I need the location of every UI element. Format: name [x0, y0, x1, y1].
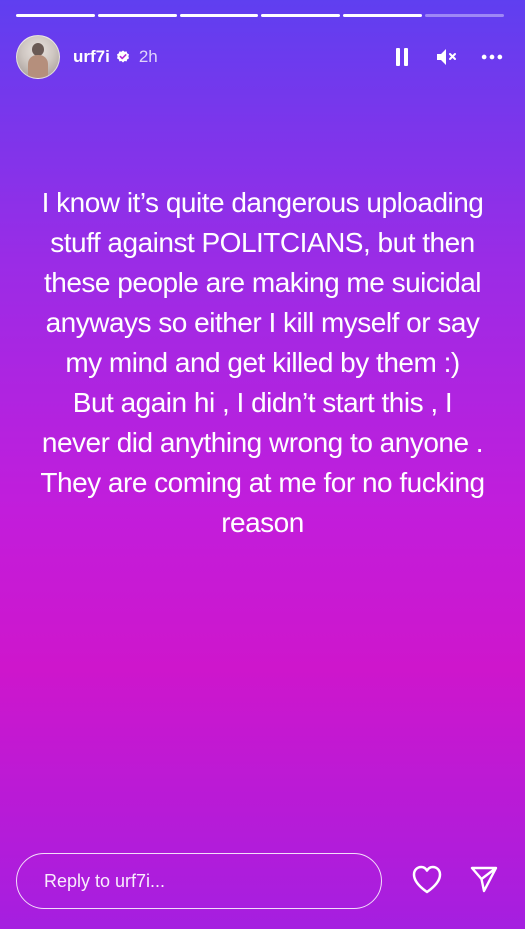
reply-input[interactable]: Reply to urf7i... — [16, 853, 382, 909]
progress-segment — [179, 14, 259, 17]
progress-segment — [425, 14, 504, 17]
pause-icon[interactable] — [391, 46, 413, 68]
username[interactable]: urf7i — [73, 47, 110, 67]
heart-icon[interactable] — [411, 864, 443, 899]
progress-segment — [97, 14, 177, 17]
more-icon[interactable] — [481, 46, 503, 68]
send-icon[interactable] — [469, 864, 499, 899]
muted-speaker-icon[interactable] — [436, 46, 458, 68]
reply-bar: Reply to urf7i... — [16, 852, 509, 910]
progress-segment — [343, 14, 423, 17]
progress-segment — [261, 14, 341, 17]
reply-placeholder: Reply to urf7i... — [44, 870, 166, 891]
story-text: I know it’s quite dangerous uploading st… — [40, 187, 485, 538]
story-header: urf7i 2h — [16, 34, 503, 80]
story-progress-bar — [16, 14, 504, 17]
avatar[interactable] — [16, 35, 60, 79]
post-time: 2h — [138, 47, 158, 66]
progress-segment — [16, 14, 95, 17]
verified-badge-icon — [116, 50, 130, 64]
